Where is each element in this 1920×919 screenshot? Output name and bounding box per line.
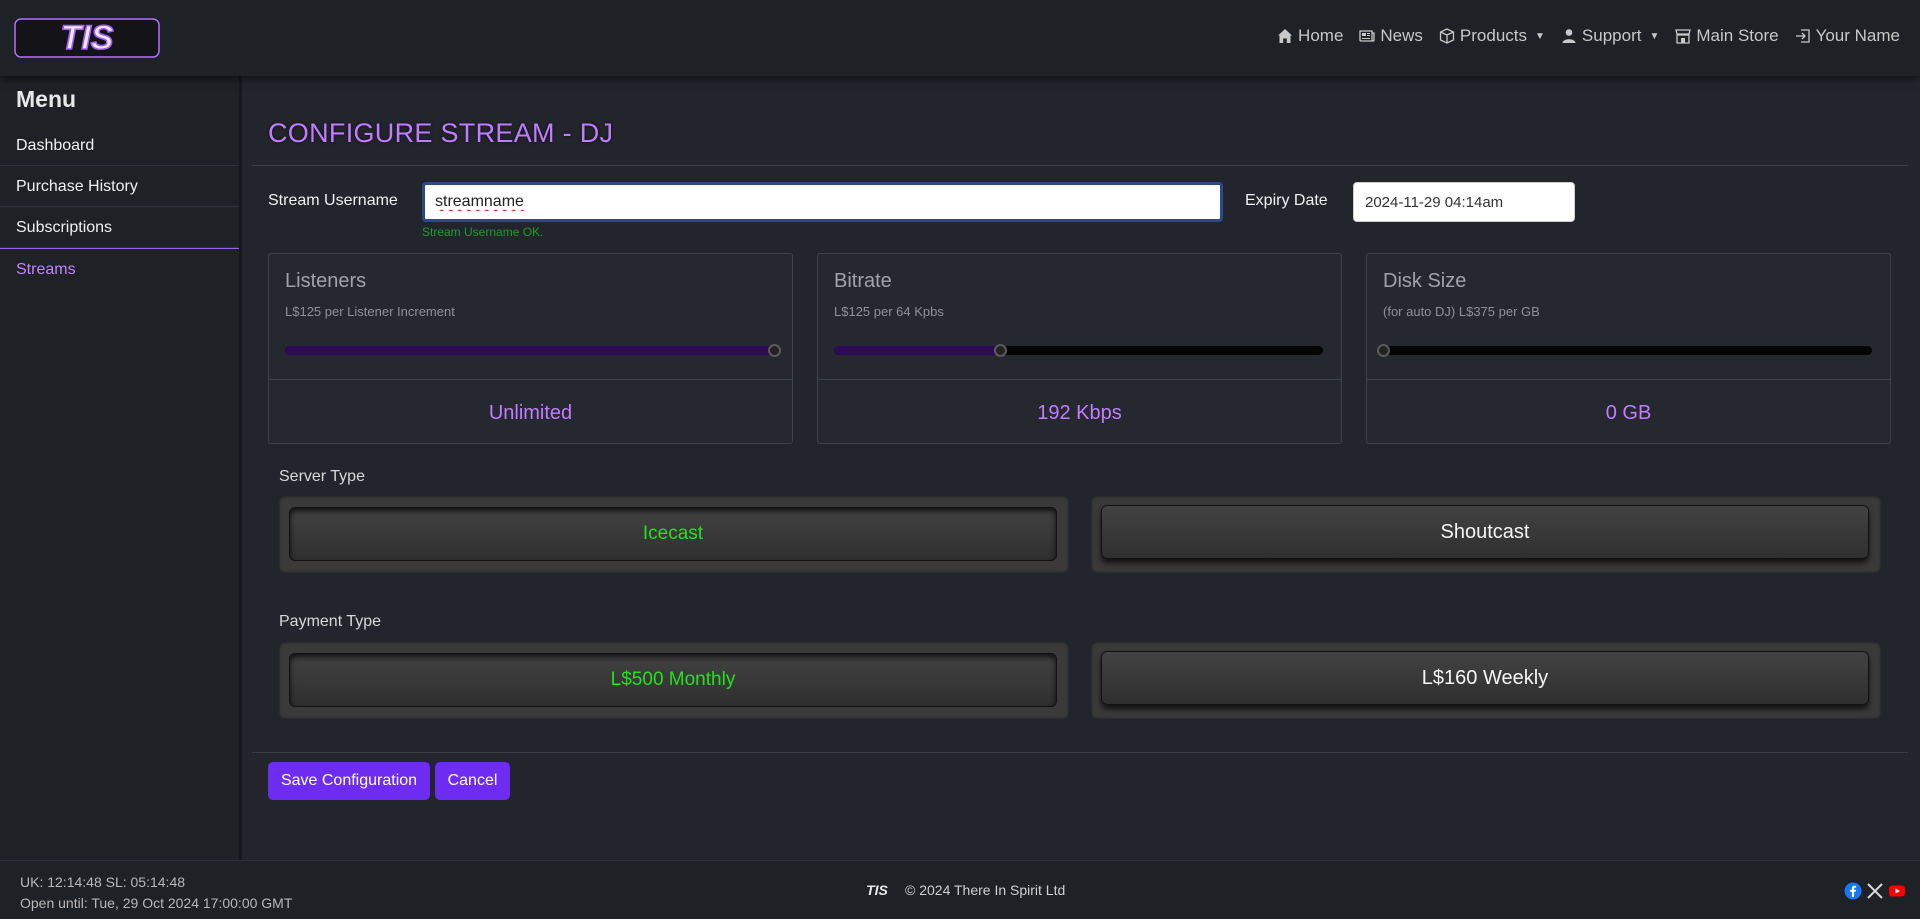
facebook-icon[interactable] bbox=[1844, 882, 1862, 900]
stream-username-input[interactable] bbox=[422, 182, 1223, 222]
expiry-date-label: Expiry Date bbox=[1245, 192, 1328, 209]
disk-size-value: 0 GB bbox=[1605, 402, 1652, 424]
slider-thumb[interactable] bbox=[1377, 344, 1390, 357]
nav-home[interactable]: Home bbox=[1277, 26, 1343, 46]
divider bbox=[252, 165, 1908, 166]
server-option-icecast: Icecast bbox=[279, 496, 1069, 573]
box-icon bbox=[1439, 28, 1455, 44]
disk-size-card: Disk Size (for auto DJ) L$375 per GB 0 G… bbox=[1366, 253, 1891, 444]
cancel-button[interactable]: Cancel bbox=[435, 762, 510, 800]
footer-copyright: TIS © 2024 There In Spirit Ltd bbox=[857, 882, 1065, 898]
sidebar-title: Menu bbox=[16, 86, 77, 112]
open-until-text: Open until: Tue, 29 Oct 2024 17:00:00 GM… bbox=[20, 895, 293, 911]
save-configuration-button[interactable]: Save Configuration bbox=[268, 762, 430, 800]
sidebar-item-subscriptions[interactable]: Subscriptions bbox=[0, 207, 239, 248]
page-title: CONFIGURE STREAM - DJ bbox=[268, 118, 614, 148]
card-subtitle: L$125 per 64 Kpbs bbox=[834, 304, 944, 319]
card-header: Listeners L$125 per Listener Increment bbox=[269, 254, 792, 380]
bitrate-slider[interactable] bbox=[834, 344, 1323, 357]
server-type-label: Server Type bbox=[279, 468, 365, 485]
shoutcast-button[interactable]: Shoutcast bbox=[1101, 505, 1869, 559]
expiry-date-input[interactable] bbox=[1353, 182, 1575, 222]
clock-text: UK: 12:14:48 SL: 05:14:48 bbox=[20, 874, 186, 890]
nav-news-label: News bbox=[1380, 26, 1423, 45]
newspaper-icon bbox=[1359, 30, 1376, 42]
weekly-button[interactable]: L$160 Weekly bbox=[1101, 651, 1869, 705]
store-icon bbox=[1675, 29, 1692, 44]
nav-products[interactable]: Products ▼ bbox=[1439, 26, 1545, 46]
card-subtitle: L$125 per Listener Increment bbox=[285, 304, 455, 319]
listeners-value: Unlimited bbox=[488, 402, 573, 424]
person-icon bbox=[1562, 29, 1576, 43]
social-links bbox=[1844, 882, 1906, 900]
chevron-down-icon: ▼ bbox=[1535, 30, 1545, 42]
slider-thumb[interactable] bbox=[994, 344, 1008, 357]
footer-logo-text: TIS bbox=[866, 883, 888, 897]
nav-main-store[interactable]: Main Store bbox=[1675, 26, 1779, 46]
sidebar-item-dashboard[interactable]: Dashboard bbox=[0, 125, 239, 166]
tis-logo[interactable]: TIS bbox=[14, 18, 160, 58]
card-title: Disk Size bbox=[1383, 270, 1467, 292]
main-content: CONFIGURE STREAM - DJ Stream Username St… bbox=[252, 76, 1908, 860]
stream-username-label: Stream Username bbox=[268, 192, 398, 209]
nav-links: Home News Products ▼ Support ▼ Main Stor… bbox=[1277, 26, 1900, 46]
x-icon[interactable] bbox=[1866, 882, 1884, 900]
logo-text: TIS bbox=[61, 19, 114, 57]
nav-news[interactable]: News bbox=[1359, 26, 1423, 46]
monthly-button[interactable]: L$500 Monthly bbox=[289, 653, 1057, 707]
listeners-slider[interactable] bbox=[285, 344, 781, 357]
nav-your-name-label: Your Name bbox=[1815, 26, 1900, 45]
nav-products-label: Products bbox=[1459, 26, 1528, 45]
payment-type-label: Payment Type bbox=[279, 613, 381, 630]
nav-support-label: Support bbox=[1581, 26, 1642, 45]
payment-option-weekly: L$160 Weekly bbox=[1091, 642, 1881, 719]
card-header: Bitrate L$125 per 64 Kpbs bbox=[818, 254, 1341, 380]
icecast-button[interactable]: Icecast bbox=[289, 507, 1057, 561]
footer: UK: 12:14:48 SL: 05:14:48 Open until: Tu… bbox=[0, 860, 1920, 919]
slider-fill bbox=[834, 346, 1001, 355]
server-option-shoutcast: Shoutcast bbox=[1091, 496, 1881, 573]
card-title: Listeners bbox=[285, 270, 367, 292]
card-title: Bitrate bbox=[834, 270, 892, 292]
chevron-down-icon: ▼ bbox=[1649, 30, 1660, 42]
copyright-text: © 2024 There In Spirit Ltd bbox=[905, 882, 1066, 898]
nav-main-store-label: Main Store bbox=[1696, 26, 1779, 45]
sidebar: Menu Dashboard Purchase History Subscrip… bbox=[0, 76, 242, 860]
nav-your-name[interactable]: Your Name bbox=[1795, 26, 1900, 46]
payment-option-monthly: L$500 Monthly bbox=[279, 642, 1069, 719]
nav-support[interactable]: Support ▼ bbox=[1561, 26, 1659, 46]
bitrate-value: 192 Kbps bbox=[1037, 402, 1122, 424]
slider-thumb[interactable] bbox=[768, 344, 781, 357]
card-subtitle: (for auto DJ) L$375 per GB bbox=[1383, 304, 1540, 319]
login-icon bbox=[1795, 29, 1810, 43]
sidebar-item-streams[interactable]: Streams bbox=[0, 248, 239, 289]
bitrate-card: Bitrate L$125 per 64 Kpbs 192 Kbps bbox=[817, 253, 1342, 444]
footer-logo: TIS bbox=[866, 883, 888, 897]
top-navbar: TIS Home News Products ▼ Support ▼ Main … bbox=[0, 0, 1920, 76]
youtube-icon[interactable] bbox=[1888, 882, 1906, 900]
divider bbox=[252, 752, 1908, 753]
slider-fill bbox=[285, 346, 774, 355]
home-icon bbox=[1278, 29, 1293, 43]
username-status: Stream Username OK. bbox=[422, 225, 544, 239]
footer-times: UK: 12:14:48 SL: 05:14:48 Open until: Tu… bbox=[20, 872, 292, 914]
sidebar-item-purchase-history[interactable]: Purchase History bbox=[0, 166, 239, 207]
nav-home-label: Home bbox=[1298, 26, 1344, 45]
disk-size-slider[interactable] bbox=[1377, 344, 1872, 357]
listeners-card: Listeners L$125 per Listener Increment U… bbox=[268, 253, 793, 444]
card-header: Disk Size (for auto DJ) L$375 per GB bbox=[1367, 254, 1890, 380]
